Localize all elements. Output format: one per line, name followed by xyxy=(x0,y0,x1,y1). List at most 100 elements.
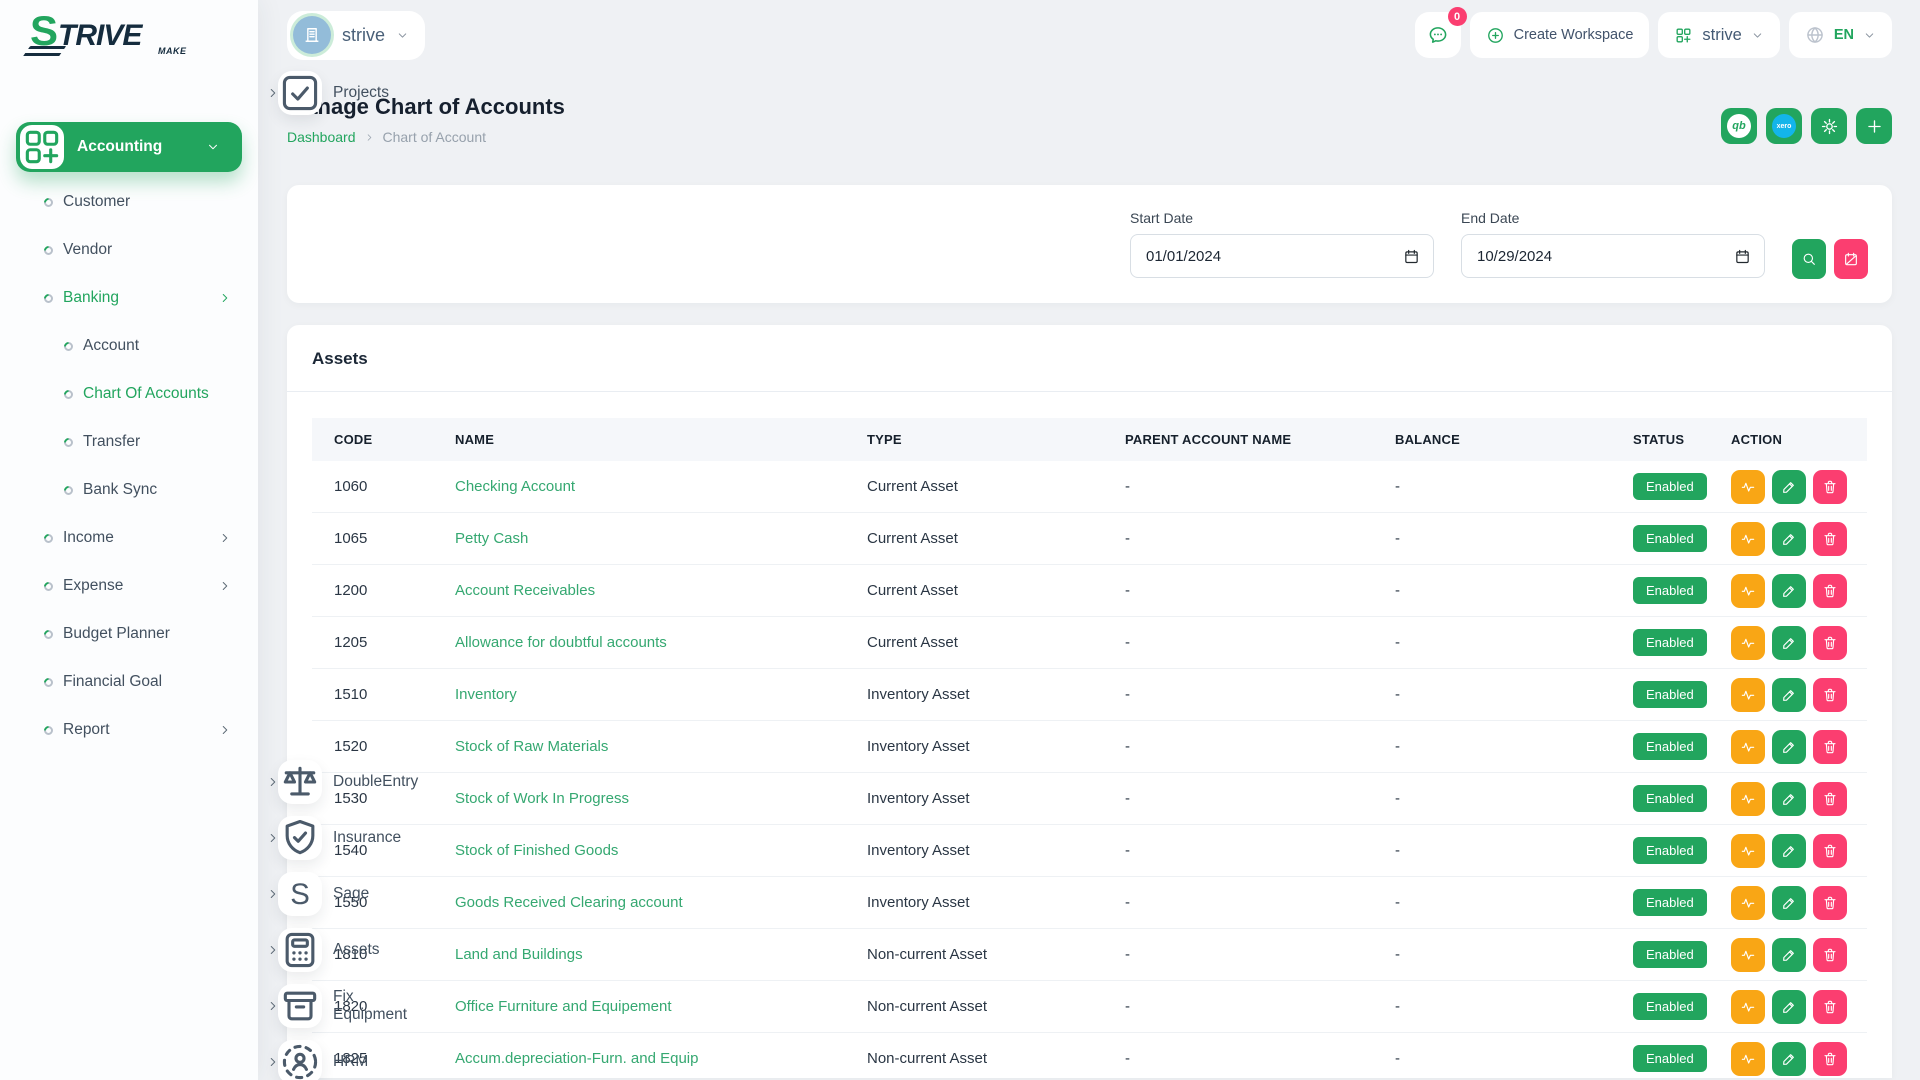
sidebar-item-account[interactable]: Account xyxy=(0,322,258,370)
activity-button[interactable] xyxy=(1731,886,1765,920)
sidebar-item-expense[interactable]: Expense xyxy=(0,562,258,610)
edit-button[interactable] xyxy=(1772,678,1806,712)
delete-button[interactable] xyxy=(1813,1042,1847,1076)
language-selector[interactable]: EN xyxy=(1789,12,1892,58)
pencil-icon xyxy=(1781,895,1797,911)
status-badge: Enabled xyxy=(1633,1045,1707,1072)
activity-button[interactable] xyxy=(1731,834,1765,868)
bullet-icon xyxy=(62,484,75,497)
account-name-link[interactable]: Office Furniture and Equipement xyxy=(455,998,672,1015)
activity-button[interactable] xyxy=(1731,938,1765,972)
activity-button[interactable] xyxy=(1731,522,1765,556)
workspace-name: strive xyxy=(342,25,385,46)
quickbooks-button[interactable]: qb xyxy=(1721,108,1757,144)
sidebar-item-projects[interactable]: Projects xyxy=(258,70,306,116)
delete-button[interactable] xyxy=(1813,522,1847,556)
workspace-selector[interactable]: strive xyxy=(287,11,425,60)
activity-button[interactable] xyxy=(1731,678,1765,712)
sidebar-item-income[interactable]: Income xyxy=(0,514,258,562)
activity-button[interactable] xyxy=(1731,574,1765,608)
edit-button[interactable] xyxy=(1772,626,1806,660)
edit-button[interactable] xyxy=(1772,1042,1806,1076)
sidebar-item-budget-planner[interactable]: Budget Planner xyxy=(0,610,258,658)
sidebar-item-bank-sync[interactable]: Bank Sync xyxy=(0,466,258,514)
account-name-link[interactable]: Land and Buildings xyxy=(455,946,583,963)
sidebar-item-customer[interactable]: Customer xyxy=(0,178,258,226)
archive-icon xyxy=(278,984,322,1028)
breadcrumb-dashboard-link[interactable]: Dashboard xyxy=(287,129,356,145)
sidebar-item-doubleentry[interactable]: DoubleEntry xyxy=(258,754,306,810)
sidebar-item-report[interactable]: Report xyxy=(0,706,258,754)
account-name-link[interactable]: Inventory xyxy=(455,686,517,703)
workspace-switcher[interactable]: strive xyxy=(1658,12,1779,58)
activity-icon xyxy=(1740,583,1756,599)
account-name-link[interactable]: Accum.depreciation-Furn. and Equip xyxy=(455,1050,698,1067)
edit-button[interactable] xyxy=(1772,730,1806,764)
app-logo[interactable]: STRIVE MAKE xyxy=(0,0,258,64)
edit-button[interactable] xyxy=(1772,522,1806,556)
account-name-link[interactable]: Goods Received Clearing account xyxy=(455,894,683,911)
sidebar-item-insurance[interactable]: Insurance xyxy=(258,810,306,866)
svg-text:S: S xyxy=(290,878,310,911)
sidebar-item-vendor[interactable]: Vendor xyxy=(0,226,258,274)
end-date-input[interactable]: 10/29/2024 xyxy=(1461,234,1765,278)
sidebar-item-sage[interactable]: SSage xyxy=(258,866,306,922)
workspace-avatar xyxy=(293,16,331,54)
account-name-link[interactable]: Allowance for doubtful accounts xyxy=(455,634,667,651)
account-name-link[interactable]: Stock of Raw Materials xyxy=(455,738,608,755)
messages-button[interactable]: 0 xyxy=(1415,12,1461,58)
edit-button[interactable] xyxy=(1772,470,1806,504)
quickbooks-icon: qb xyxy=(1727,114,1751,138)
account-name-link[interactable]: Account Receivables xyxy=(455,582,595,599)
bullet-icon xyxy=(42,676,55,689)
activity-button[interactable] xyxy=(1731,1042,1765,1076)
activity-button[interactable] xyxy=(1731,730,1765,764)
delete-button[interactable] xyxy=(1813,730,1847,764)
sidebar-item-assets[interactable]: Assets xyxy=(258,922,306,978)
activity-button[interactable] xyxy=(1731,782,1765,816)
account-name-link[interactable]: Checking Account xyxy=(455,478,575,495)
bullet-icon xyxy=(42,532,55,545)
activity-button[interactable] xyxy=(1731,990,1765,1024)
delete-button[interactable] xyxy=(1813,470,1847,504)
start-date-input[interactable]: 01/01/2024 xyxy=(1130,234,1434,278)
sidebar-item-fix-equipment[interactable]: Fix Equipment xyxy=(258,978,306,1034)
edit-button[interactable] xyxy=(1772,886,1806,920)
sidebar-item-banking[interactable]: Banking xyxy=(0,274,258,322)
search-button[interactable] xyxy=(1792,239,1826,279)
add-account-button[interactable] xyxy=(1856,108,1892,144)
shield-check-icon xyxy=(278,816,322,860)
sidebar-item-transfer[interactable]: Transfer xyxy=(0,418,258,466)
account-name-link[interactable]: Petty Cash xyxy=(455,530,528,547)
delete-button[interactable] xyxy=(1813,938,1847,972)
account-name-link[interactable]: Stock of Work In Progress xyxy=(455,790,629,807)
edit-button[interactable] xyxy=(1772,782,1806,816)
edit-button[interactable] xyxy=(1772,990,1806,1024)
settings-button[interactable] xyxy=(1811,108,1847,144)
delete-button[interactable] xyxy=(1813,886,1847,920)
sidebar-item-accounting[interactable]: Accounting xyxy=(16,122,242,172)
create-workspace-button[interactable]: Create Workspace xyxy=(1470,12,1650,58)
edit-button[interactable] xyxy=(1772,574,1806,608)
delete-button[interactable] xyxy=(1813,990,1847,1024)
cell-code: 1205 xyxy=(334,634,455,651)
sidebar-item-financial-goal[interactable]: Financial Goal xyxy=(0,658,258,706)
edit-button[interactable] xyxy=(1772,938,1806,972)
activity-icon xyxy=(1740,687,1756,703)
delete-button[interactable] xyxy=(1813,626,1847,660)
trash-icon xyxy=(1822,583,1838,599)
sidebar-item-hrm[interactable]: HRM xyxy=(258,1034,306,1080)
sidebar-item-label: Financial Goal xyxy=(63,673,162,691)
delete-button[interactable] xyxy=(1813,782,1847,816)
sidebar-item-chart-of-accounts[interactable]: Chart Of Accounts xyxy=(0,370,258,418)
delete-button[interactable] xyxy=(1813,574,1847,608)
activity-button[interactable] xyxy=(1731,626,1765,660)
activity-button[interactable] xyxy=(1731,470,1765,504)
account-name-link[interactable]: Stock of Finished Goods xyxy=(455,842,618,859)
delete-button[interactable] xyxy=(1813,678,1847,712)
sidebar-item-label: Fix Equipment xyxy=(333,988,407,1024)
xero-button[interactable]: xero xyxy=(1766,108,1802,144)
reset-filter-button[interactable] xyxy=(1834,239,1868,279)
edit-button[interactable] xyxy=(1772,834,1806,868)
delete-button[interactable] xyxy=(1813,834,1847,868)
